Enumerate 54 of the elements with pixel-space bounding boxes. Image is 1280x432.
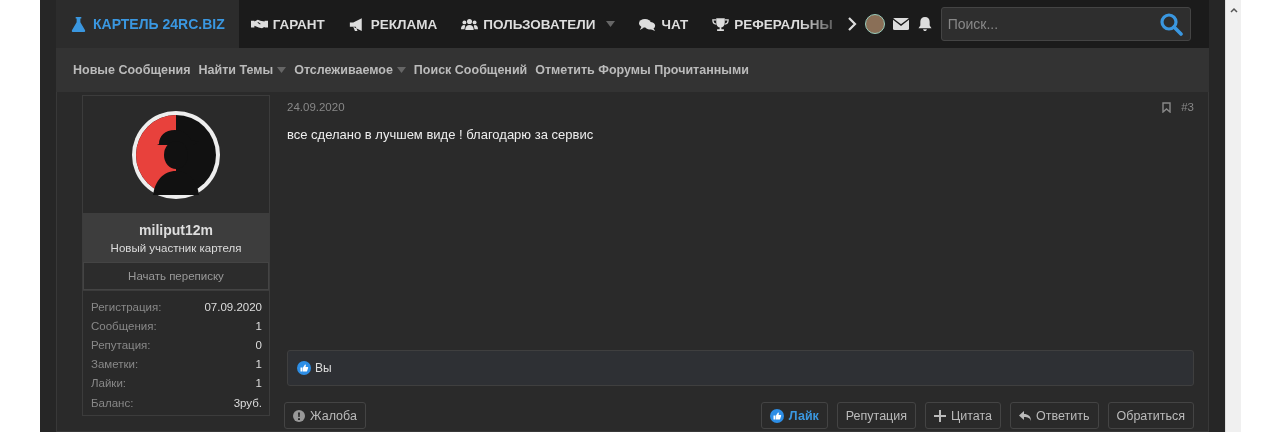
trophy-icon xyxy=(712,16,730,32)
reaction-users-link[interactable]: Вы xyxy=(315,361,332,375)
stat-value: 0 xyxy=(255,338,262,351)
nav-tab[interactable]: ПОЛЬЗОВАТЕЛИ xyxy=(449,0,628,48)
nav-tab[interactable]: ЧАТ xyxy=(627,0,701,48)
subnav-link[interactable]: Поиск Сообщений xyxy=(413,63,536,77)
report-button[interactable]: Жалоба xyxy=(284,402,366,429)
stat-value: 1 xyxy=(255,358,262,371)
flask-icon xyxy=(70,16,87,32)
chat-icon xyxy=(639,16,657,32)
user-avatar[interactable] xyxy=(864,14,885,34)
stat-label: Репутация: xyxy=(91,338,151,351)
stat-label: Регистрация: xyxy=(91,300,162,313)
subnav-link[interactable]: Отметить Форумы Прочитанными xyxy=(535,63,757,77)
nav-tab[interactable]: РЕФЕРАЛЬНЫ xyxy=(700,0,833,48)
post-number-link[interactable]: #3 xyxy=(1181,101,1194,113)
start-conversation-button[interactable]: Начать переписку xyxy=(83,262,269,290)
exclamation-icon xyxy=(293,409,305,422)
nav-tab[interactable]: РЕКЛАМА xyxy=(336,0,450,48)
post-action-button[interactable]: Обратиться xyxy=(1107,402,1194,429)
username-link[interactable]: miliput12m xyxy=(83,222,269,238)
users-icon xyxy=(461,16,479,32)
post-action-button[interactable]: Ответить xyxy=(1010,402,1099,429)
bookmark-icon[interactable] xyxy=(1162,101,1172,113)
stat-value: 3руб. xyxy=(233,396,262,409)
reply-icon xyxy=(1019,409,1032,422)
subnav-link[interactable]: Отслеживаемое xyxy=(294,63,414,77)
post-action-button[interactable]: Репутация xyxy=(836,402,917,429)
chevron-right-icon[interactable] xyxy=(846,17,857,31)
stat-value: 1 xyxy=(255,377,262,390)
stat-label: Лайки: xyxy=(91,377,127,390)
stat-label: Сообщения: xyxy=(91,319,157,332)
stat-label: Заметки: xyxy=(91,358,139,371)
bell-icon[interactable] xyxy=(916,17,933,31)
scroll-up-icon[interactable] xyxy=(1229,6,1238,14)
subnav-link[interactable]: Новые Сообщения xyxy=(73,63,199,77)
plus-icon xyxy=(934,409,947,422)
user-title: Новый участник картеля xyxy=(109,242,243,254)
site-logo-tab[interactable]: КАРТЕЛЬ 24RC.BIZ xyxy=(56,0,239,48)
stat-label: Баланс: xyxy=(91,396,134,409)
post-date[interactable]: 24.09.2020 xyxy=(287,101,345,113)
search-field[interactable]: Поиск... xyxy=(940,7,1191,41)
nav-tab[interactable]: ГАРАНТ xyxy=(238,0,337,48)
like-icon xyxy=(769,408,784,423)
stat-value: 1 xyxy=(255,319,262,332)
stat-value: 07.09.2020 xyxy=(204,300,262,313)
like-button[interactable]: Лайк xyxy=(760,402,828,429)
envelope-icon[interactable] xyxy=(892,17,909,31)
like-icon xyxy=(297,361,311,375)
post-message: все сделано в лучшем виде ! благодарю за сервис xyxy=(287,127,595,142)
subnav-link[interactable]: Найти Темы xyxy=(198,63,295,77)
post-action-button[interactable]: Цитата xyxy=(925,402,1002,429)
user-avatar[interactable] xyxy=(131,109,221,200)
search-icon[interactable] xyxy=(1158,12,1183,36)
